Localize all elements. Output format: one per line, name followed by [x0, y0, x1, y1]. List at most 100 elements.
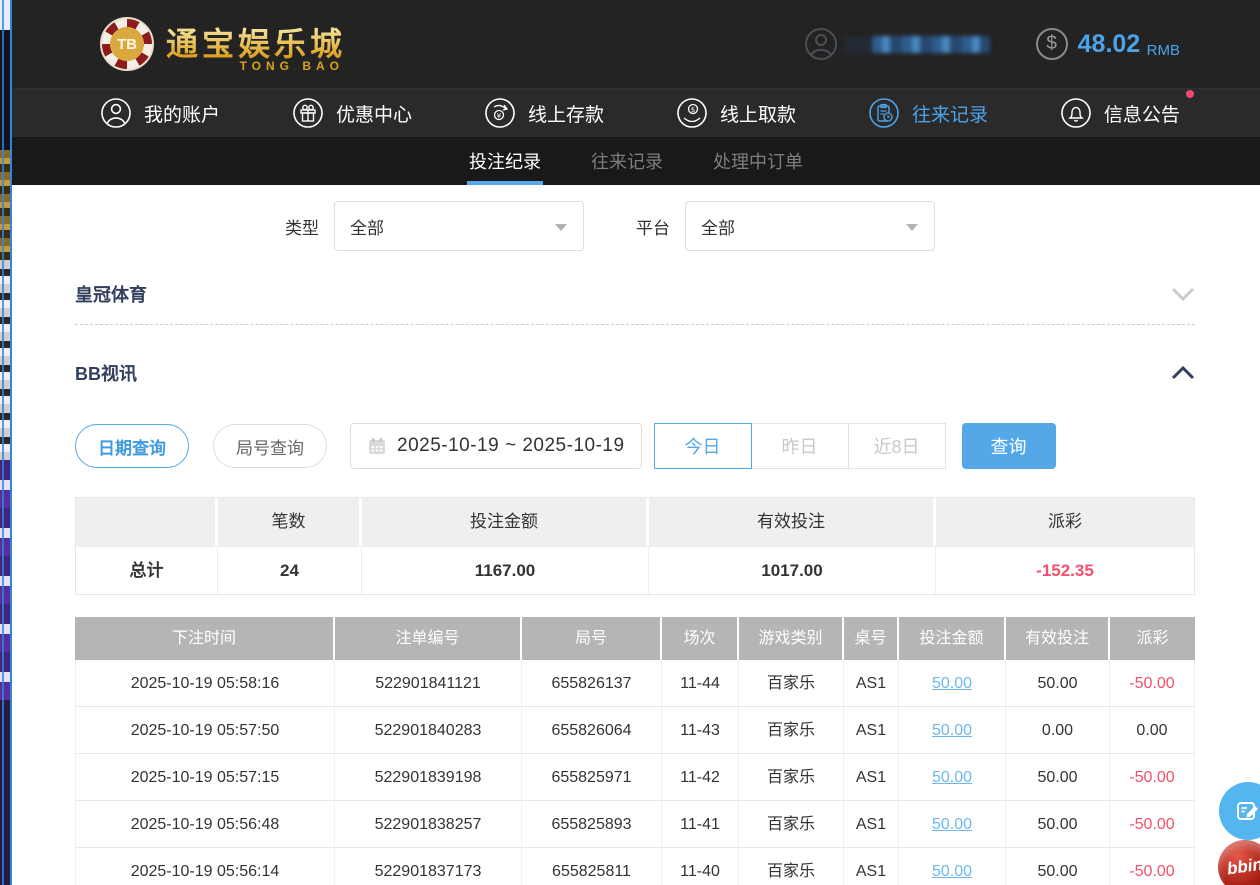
table-cell: 11-40: [662, 848, 739, 885]
date-range-value: 2025-10-19 ~ 2025-10-19: [397, 435, 625, 457]
nav-label: 线上存款: [528, 100, 604, 127]
deposit-icon: ¥: [484, 97, 516, 129]
logo-text: 通宝娱乐城 TONG BAO: [166, 27, 346, 61]
summary-header-cell: 有效投注: [649, 498, 936, 546]
table-header-cell: 下注时间: [75, 617, 335, 660]
section-title: 皇冠体育: [75, 281, 147, 307]
today-button[interactable]: 今日: [654, 423, 752, 469]
table-cell: 2025-10-19 05:56:48: [75, 801, 335, 848]
filter-row: 类型 全部 平台 全部: [285, 201, 1195, 251]
chevron-down-icon[interactable]: [1171, 287, 1195, 301]
tab-pending-orders[interactable]: 处理中订单: [711, 137, 805, 185]
nav-label: 线上取款: [720, 100, 796, 127]
table-cell: 11-42: [662, 754, 739, 801]
yesterday-button[interactable]: 昨日: [751, 423, 849, 469]
table-cell: 50.00: [1006, 801, 1110, 848]
date-range-picker[interactable]: 2025-10-19 ~ 2025-10-19: [350, 423, 642, 469]
summary-table: 笔数 投注金额 有效投注 派彩 总计 24 1167.00 1017.00 -1…: [75, 497, 1195, 595]
user-icon: [100, 97, 132, 129]
table-cell: 11-41: [662, 801, 739, 848]
table-cell: -50.00: [1110, 660, 1195, 707]
table-cell: 11-43: [662, 707, 739, 754]
summary-payout: -152.35: [936, 546, 1194, 594]
table-cell: 百家乐: [739, 801, 844, 848]
nav-item-records[interactable]: 往来记录: [868, 97, 988, 129]
table-cell: 522901838257: [335, 801, 522, 848]
table-cell: 百家乐: [739, 848, 844, 885]
table-cell: 0.00: [1006, 707, 1110, 754]
avatar-icon: [804, 27, 838, 61]
platform-select[interactable]: 全部: [685, 201, 935, 251]
site-window: TB 通宝娱乐城 TONG BAO $: [12, 0, 1260, 885]
balance-amount: 48.02: [1078, 30, 1141, 58]
summary-valid-bet: 1017.00: [649, 546, 936, 594]
table-cell: AS1: [844, 801, 899, 848]
table-cell: 50.00: [1006, 848, 1110, 885]
nav-label: 我的账户: [144, 100, 220, 127]
chevron-up-icon[interactable]: [1171, 366, 1195, 380]
chip-text: TB: [117, 36, 137, 53]
table-header-cell: 局号: [522, 617, 662, 660]
nav-item-deposit[interactable]: ¥ 线上存款: [484, 97, 604, 129]
table-cell: 522901840283: [335, 707, 522, 754]
table-cell: 522901841121: [335, 660, 522, 707]
nav-item-withdraw[interactable]: $ 线上取款: [676, 97, 796, 129]
content-area: 类型 全部 平台 全部 皇冠体育 BB视讯: [12, 185, 1260, 885]
table-row: 2025-10-19 05:57:50522901840283655826064…: [75, 707, 1195, 754]
bet-amount-link[interactable]: 50.00: [899, 754, 1006, 801]
table-cell: 655825811: [522, 848, 662, 885]
last-8-days-button[interactable]: 近8日: [848, 423, 946, 469]
bet-amount-link[interactable]: 50.00: [899, 660, 1006, 707]
table-cell: 0.00: [1110, 707, 1195, 754]
tab-bet-records[interactable]: 投注纪录: [467, 137, 543, 185]
gift-icon: [292, 97, 324, 129]
user-account-area[interactable]: [804, 0, 990, 88]
table-cell: 655825971: [522, 754, 662, 801]
logo-title-en: TONG BAO: [240, 59, 344, 73]
casino-chip-icon: TB: [100, 17, 154, 71]
nav-label: 往来记录: [912, 100, 988, 127]
search-button[interactable]: 查询: [962, 423, 1056, 469]
table-header-cell: 投注金额: [899, 617, 1006, 660]
table-cell: 2025-10-19 05:57:50: [75, 707, 335, 754]
tab-transaction-records[interactable]: 往来记录: [589, 137, 665, 185]
calendar-icon: [367, 436, 387, 456]
quick-date-group: 今日 昨日 近8日: [654, 423, 946, 469]
site-logo[interactable]: TB 通宝娱乐城 TONG BAO: [100, 17, 346, 71]
section-bb-video[interactable]: BB视讯: [75, 337, 1195, 409]
query-bar: 日期查询 局号查询 2025-10-19 ~ 2025-10-19 今日: [75, 423, 1195, 469]
summary-header-row: 笔数 投注金额 有效投注 派彩: [76, 498, 1194, 546]
bet-amount-link[interactable]: 50.00: [899, 848, 1006, 885]
table-cell: 50.00: [1006, 660, 1110, 707]
svg-text:$: $: [691, 106, 695, 114]
table-cell: 2025-10-19 05:58:16: [75, 660, 335, 707]
table-header-cell: 场次: [662, 617, 739, 660]
username-redacted: [844, 36, 990, 53]
table-cell: 522901839198: [335, 754, 522, 801]
round-query-button[interactable]: 局号查询: [213, 424, 327, 468]
table-row: 2025-10-19 05:58:16522901841121655826137…: [75, 660, 1195, 707]
summary-header-cell: 投注金额: [362, 498, 649, 546]
section-crown-sports[interactable]: 皇冠体育: [75, 263, 1195, 325]
type-select[interactable]: 全部: [334, 201, 584, 251]
table-cell: -50.00: [1110, 801, 1195, 848]
edit-icon: [1235, 798, 1260, 824]
table-cell: 11-44: [662, 660, 739, 707]
nav-item-my-account[interactable]: 我的账户: [100, 97, 220, 129]
main-nav: 我的账户 优惠中心 ¥: [12, 88, 1260, 137]
withdraw-icon: $: [676, 97, 708, 129]
dollar-coin-icon: $: [1036, 28, 1068, 60]
logo-title-cn: 通宝娱乐城: [166, 27, 346, 61]
balance-area[interactable]: $ 48.02 RMB: [1036, 0, 1180, 88]
type-filter-label: 类型: [285, 214, 319, 239]
nav-label: 信息公告: [1104, 100, 1180, 127]
nav-item-announcements[interactable]: 信息公告: [1060, 97, 1180, 129]
page: TB 通宝娱乐城 TONG BAO $: [0, 0, 1260, 885]
nav-item-promotions[interactable]: 优惠中心: [292, 97, 412, 129]
notification-dot: [1186, 90, 1194, 98]
bet-table-body: 2025-10-19 05:58:16522901841121655826137…: [75, 660, 1195, 885]
table-cell: AS1: [844, 660, 899, 707]
date-query-button[interactable]: 日期查询: [75, 424, 189, 468]
bet-amount-link[interactable]: 50.00: [899, 707, 1006, 754]
bet-amount-link[interactable]: 50.00: [899, 801, 1006, 848]
